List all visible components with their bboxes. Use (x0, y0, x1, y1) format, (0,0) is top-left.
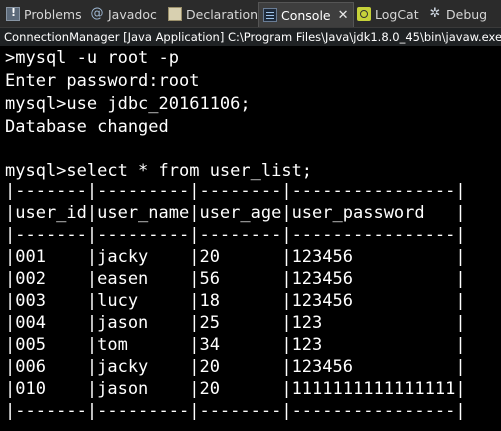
table-row: |010 |jason |20 |1111111111111111| (5, 379, 466, 399)
view-tab-bar: Problems @ Javadoc Declaration Console ✕… (0, 0, 501, 28)
tab-logcat-label: LogCat (375, 6, 419, 22)
table-row: |002 |easen |56 |123456 | (5, 269, 466, 289)
problems-icon (6, 6, 20, 21)
console-line: mysql>use jdbc_20161106; (5, 94, 251, 114)
tab-debug[interactable]: ✲ Debug (428, 3, 488, 25)
console-output[interactable]: >mysql -u root -p Enter password:root my… (0, 47, 501, 431)
logcat-icon (357, 7, 371, 21)
table-row: |006 |jacky |20 |123456 | (5, 357, 466, 377)
table-row: |001 |jacky |20 |123456 | (5, 247, 466, 267)
close-icon[interactable]: ✕ (338, 8, 349, 23)
table-row: |005 |tom |34 |123 | (5, 335, 466, 355)
tab-problems[interactable]: Problems (6, 3, 82, 25)
tab-console-label: Console (281, 7, 331, 23)
tab-javadoc-label: Javadoc (108, 6, 157, 22)
console-icon (263, 8, 277, 22)
tab-declaration[interactable]: Declaration (168, 3, 258, 25)
declaration-icon (168, 7, 182, 21)
table-border-line: |-------|---------|--------|------------… (5, 401, 466, 421)
tab-logcat[interactable]: LogCat (357, 3, 419, 25)
tab-debug-label: Debug (446, 6, 488, 22)
tab-problems-label: Problems (24, 6, 82, 22)
tab-declaration-label: Declaration (186, 6, 259, 22)
table-header-row: |user_id|user_name|user_age|user_passwor… (5, 203, 466, 223)
table-border-line: |-------|---------|--------|------------… (5, 225, 466, 245)
table-row: |004 |jason |25 |123 | (5, 313, 466, 333)
console-line: >mysql -u root -p (5, 48, 179, 68)
tab-console[interactable]: Console ✕ (258, 2, 354, 27)
tab-javadoc[interactable]: @ Javadoc (90, 3, 157, 25)
debug-icon: ✲ (429, 6, 441, 21)
console-line: Database changed (5, 117, 169, 137)
console-line: mysql>select * from user_list; (5, 161, 313, 181)
console-process-label: ConnectionManager [Java Application] C:\… (0, 28, 501, 46)
javadoc-icon: @ (90, 6, 104, 21)
table-border-line: |-------|---------|--------|------------… (5, 181, 466, 201)
console-line: Enter password:root (5, 71, 200, 91)
table-row: |003 |lucy |18 |123456 | (5, 291, 466, 311)
